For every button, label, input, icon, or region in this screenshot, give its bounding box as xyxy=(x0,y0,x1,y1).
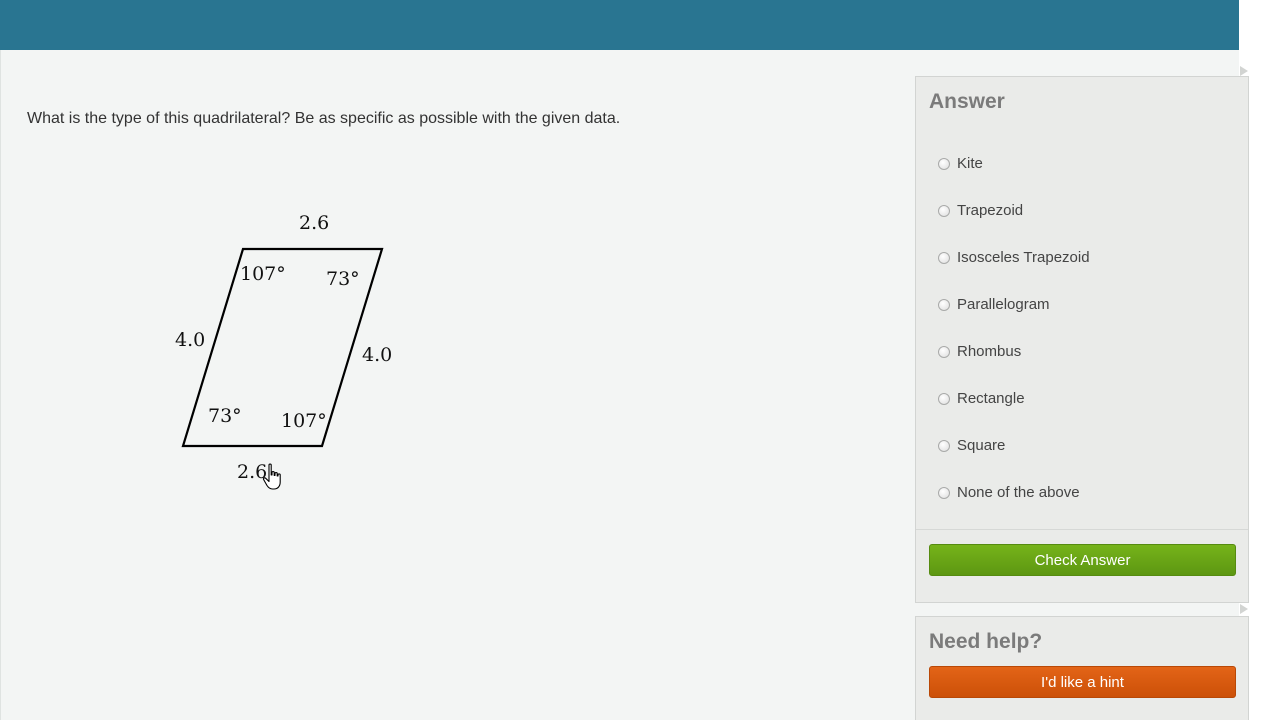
help-panel-title: Need help? xyxy=(929,630,1043,653)
answer-option-isosceles-trapezoid[interactable]: Isosceles Trapezoid xyxy=(916,235,1248,282)
check-answer-button[interactable]: Check Answer xyxy=(929,544,1236,576)
answer-panel: Answer Kite Trapezoid Isosceles Trapezoi… xyxy=(915,76,1249,603)
question-text: What is the type of this quadrilateral? … xyxy=(27,110,621,127)
angle-label-bottom-right: 107° xyxy=(281,410,327,432)
option-label: Parallelogram xyxy=(957,296,1050,313)
radio-button[interactable] xyxy=(938,393,950,405)
angle-label-bottom-left: 73° xyxy=(208,405,242,427)
option-label: Kite xyxy=(957,155,983,172)
radio-button[interactable] xyxy=(938,252,950,264)
left-edge xyxy=(0,50,1,720)
hand-cursor-icon xyxy=(262,463,284,496)
panel-notch xyxy=(1240,66,1248,76)
option-label: Trapezoid xyxy=(957,202,1024,219)
side-label-right: 4.0 xyxy=(362,344,392,366)
panel-notch xyxy=(1240,604,1248,614)
answer-option-parallelogram[interactable]: Parallelogram xyxy=(916,282,1248,329)
side-label-top: 2.6 xyxy=(299,212,329,234)
angle-label-top-left: 107° xyxy=(240,263,286,285)
option-label: Rectangle xyxy=(957,390,1025,407)
answer-option-rectangle[interactable]: Rectangle xyxy=(916,376,1248,423)
answer-option-none-of-the-above[interactable]: None of the above xyxy=(916,470,1248,517)
option-label: Rhombus xyxy=(957,343,1022,360)
answer-option-kite[interactable]: Kite xyxy=(916,141,1248,188)
help-panel: Need help? I'd like a hint xyxy=(915,616,1249,720)
radio-button[interactable] xyxy=(938,346,950,358)
option-label: Isosceles Trapezoid xyxy=(957,249,1090,266)
answer-options: Kite Trapezoid Isosceles Trapezoid Paral… xyxy=(916,141,1248,517)
answer-panel-title: Answer xyxy=(929,90,1005,113)
radio-button[interactable] xyxy=(938,205,950,217)
side-label-left: 4.0 xyxy=(175,329,205,351)
radio-button[interactable] xyxy=(938,158,950,170)
answer-option-square[interactable]: Square xyxy=(916,423,1248,470)
page: What is the type of this quadrilateral? … xyxy=(0,0,1280,720)
panel-divider xyxy=(916,529,1248,530)
radio-button[interactable] xyxy=(938,440,950,452)
hint-button[interactable]: I'd like a hint xyxy=(929,666,1236,698)
option-label: None of the above xyxy=(957,484,1080,501)
answer-option-trapezoid[interactable]: Trapezoid xyxy=(916,188,1248,235)
radio-button[interactable] xyxy=(938,487,950,499)
angle-label-top-right: 73° xyxy=(326,268,360,290)
header-bar xyxy=(0,0,1239,50)
option-label: Square xyxy=(957,437,1006,454)
quadrilateral-figure: 2.6 4.0 4.0 2.6 107° 73° 73° 107° xyxy=(160,200,420,500)
radio-button[interactable] xyxy=(938,299,950,311)
answer-option-rhombus[interactable]: Rhombus xyxy=(916,329,1248,376)
